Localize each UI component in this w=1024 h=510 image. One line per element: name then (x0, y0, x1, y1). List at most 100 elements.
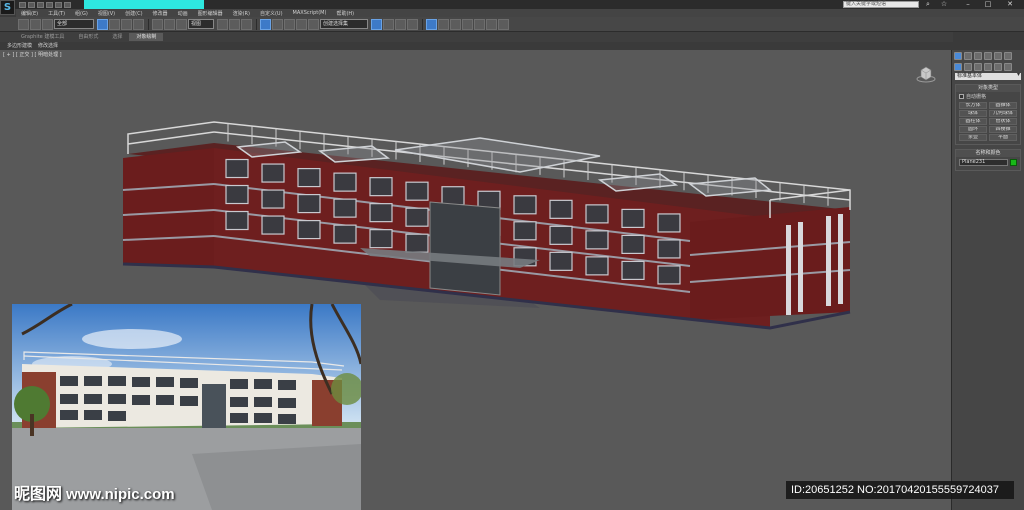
search-input[interactable]: 键入关键字或短语 (843, 1, 919, 8)
search-icon[interactable]: ⌕ (922, 0, 934, 9)
autogrid-checkbox[interactable] (959, 94, 964, 99)
redo-icon[interactable] (55, 1, 62, 8)
rotate-icon[interactable] (164, 18, 175, 30)
primitive-button[interactable]: 几何球体 (989, 110, 1017, 117)
lights-icon[interactable] (974, 62, 982, 71)
menu-item[interactable]: 动画 (173, 10, 193, 17)
helpers-icon[interactable] (994, 62, 1002, 71)
menu-item[interactable]: 图形编辑器 (193, 10, 228, 17)
layer-manager-button[interactable] (395, 18, 406, 30)
graphite-toggle-button[interactable] (407, 18, 418, 30)
undo-button[interactable] (18, 18, 29, 30)
mirror-button[interactable] (371, 18, 382, 30)
menu-item[interactable]: 渲染(R) (228, 10, 255, 17)
ribbon-tab[interactable]: 自由形式 (71, 33, 105, 41)
select-by-name-button[interactable] (109, 18, 120, 30)
undo-icon[interactable] (46, 1, 53, 8)
ribbon-subpanel-item[interactable]: 多边形建模 (4, 42, 35, 49)
move-icon[interactable] (152, 18, 163, 30)
primitive-button[interactable]: 长方体 (959, 102, 987, 109)
ribbon-tab[interactable]: Graphite 建模工具 (14, 33, 71, 41)
perspective-viewport[interactable]: [ + ] [ 正交 ] [ 明暗处理 ] 昵图网 www.nipic.com (0, 50, 951, 510)
rendered-frame-button[interactable] (474, 18, 485, 30)
spinner-snap-button[interactable] (296, 18, 307, 30)
primitive-button[interactable]: 圆柱体 (959, 118, 987, 125)
primitive-button[interactable]: 平面 (989, 134, 1017, 141)
menu-item[interactable]: 帮助(H) (331, 10, 359, 17)
selection-filter-select[interactable]: 全部 (54, 19, 94, 29)
menu-item[interactable]: 组(G) (70, 10, 93, 17)
new-file-icon[interactable] (19, 1, 26, 8)
motion-panel-icon[interactable] (984, 51, 992, 60)
object-type-title[interactable]: 对象类型 (956, 85, 1020, 92)
material-editor-button[interactable] (450, 18, 461, 30)
shapes-icon[interactable] (964, 62, 972, 71)
render-iterative-button[interactable] (498, 18, 509, 30)
ribbon-subpanel-item[interactable]: 修改选择 (35, 42, 61, 49)
modify-panel-icon[interactable] (964, 51, 972, 60)
keyboard-shortcut-button[interactable] (241, 18, 252, 30)
render-setup-button[interactable] (462, 18, 473, 30)
menu-item[interactable]: 修改器 (148, 10, 173, 17)
primitive-button[interactable]: 圆环 (959, 126, 987, 133)
snap-toggle-button[interactable] (260, 18, 271, 30)
angle-snap-button[interactable] (272, 18, 283, 30)
rect-selection-button[interactable] (121, 18, 132, 30)
render-preview-image: 昵图网 www.nipic.com (12, 304, 361, 510)
autogrid-row: 自动栅格 (956, 92, 1020, 101)
curve-editor-button[interactable] (426, 18, 437, 30)
menu-item[interactable]: MAXScript(M) (288, 10, 332, 16)
spacewarps-icon[interactable] (1004, 62, 1012, 71)
object-color-swatch[interactable] (1010, 159, 1017, 166)
title-bar: S 键入关键字或短语 ⌕ ☆ – □ ✕ (0, 0, 1024, 15)
primitive-button[interactable]: 茶壶 (959, 134, 987, 141)
menu-item[interactable]: 创建(C) (120, 10, 147, 17)
name-color-title[interactable]: 名称和颜色 (956, 150, 1020, 157)
edit-named-selection-button[interactable] (308, 18, 319, 30)
redo-button[interactable] (30, 18, 41, 30)
viewport-label[interactable]: [ + ] [ 正交 ] [ 明暗处理 ] (3, 51, 62, 58)
project-folder-icon[interactable] (64, 1, 71, 8)
pivot-center-button[interactable] (217, 18, 228, 30)
ribbon-tab[interactable]: 选择 (105, 33, 129, 41)
save-file-icon[interactable] (37, 1, 44, 8)
menu-item[interactable]: 工具(T) (43, 10, 70, 17)
menu-item[interactable]: 自定义(U) (255, 10, 288, 17)
ribbon-tabs: Graphite 建模工具 自由形式 选择 对象绘制 (0, 32, 953, 42)
reference-coord-select[interactable]: 视图 (188, 19, 214, 29)
cameras-icon[interactable] (984, 62, 992, 71)
select-object-button[interactable] (97, 18, 108, 30)
command-panel: 标准基本体 对象类型 自动栅格 长方体圆锥体球体几何球体圆柱体管状体圆环四棱锥茶… (951, 50, 1024, 510)
primitive-button[interactable]: 圆锥体 (989, 102, 1017, 109)
utilities-panel-icon[interactable] (1004, 51, 1012, 60)
geometry-icon[interactable] (954, 62, 962, 71)
display-panel-icon[interactable] (994, 51, 1002, 60)
hierarchy-panel-icon[interactable] (974, 51, 982, 60)
info-center-icon[interactable]: ☆ (938, 0, 950, 9)
link-icon[interactable] (42, 18, 53, 30)
select-manipulate-button[interactable] (229, 18, 240, 30)
menu-item[interactable]: 视图(V) (93, 10, 120, 17)
schematic-view-button[interactable] (438, 18, 449, 30)
open-file-icon[interactable] (28, 1, 35, 8)
primitive-button[interactable]: 四棱锥 (989, 126, 1017, 133)
scale-icon[interactable] (176, 18, 187, 30)
viewcube-icon[interactable] (916, 64, 936, 84)
primitive-button[interactable]: 球体 (959, 110, 987, 117)
window-crossing-button[interactable] (133, 18, 144, 30)
percent-snap-button[interactable] (284, 18, 295, 30)
named-selection-select[interactable]: 创建选择集 (320, 19, 368, 29)
close-button[interactable]: ✕ (1004, 0, 1016, 9)
minimize-button[interactable]: – (962, 0, 974, 9)
maximize-button[interactable]: □ (982, 0, 994, 9)
primitive-button[interactable]: 管状体 (989, 118, 1017, 125)
object-category-select[interactable]: 标准基本体 (955, 72, 1021, 80)
align-button[interactable] (383, 18, 394, 30)
render-production-button[interactable] (486, 18, 497, 30)
ribbon-tab[interactable]: 对象绘制 (129, 33, 164, 41)
create-panel-icon[interactable] (954, 51, 962, 60)
menu-item[interactable]: 编辑(E) (16, 10, 43, 17)
object-name-field[interactable]: Plane231 (959, 159, 1008, 166)
app-logo[interactable]: S (0, 0, 15, 15)
panel-tabs (952, 50, 1024, 61)
